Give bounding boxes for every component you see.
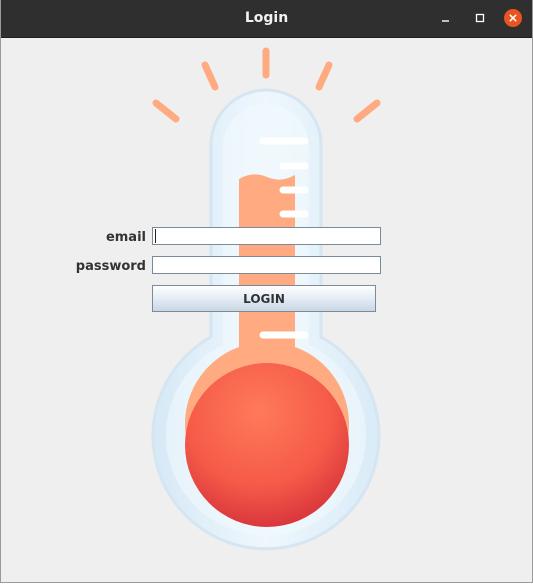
text-caret <box>155 229 156 243</box>
maximize-button[interactable] <box>471 9 489 27</box>
title-bar[interactable]: Login <box>1 0 532 38</box>
minimize-button[interactable] <box>437 9 455 27</box>
content-area: email password LOGIN <box>1 37 532 582</box>
login-window: Login email password LOGIN <box>0 0 533 583</box>
password-field[interactable] <box>152 256 381 274</box>
email-field[interactable] <box>152 227 381 245</box>
password-label: password <box>75 259 146 274</box>
close-button[interactable] <box>504 9 522 27</box>
minimize-icon <box>442 20 449 22</box>
close-icon <box>504 9 522 27</box>
login-button[interactable]: LOGIN <box>152 285 376 312</box>
email-label: email <box>105 230 146 245</box>
maximize-icon <box>475 13 485 23</box>
